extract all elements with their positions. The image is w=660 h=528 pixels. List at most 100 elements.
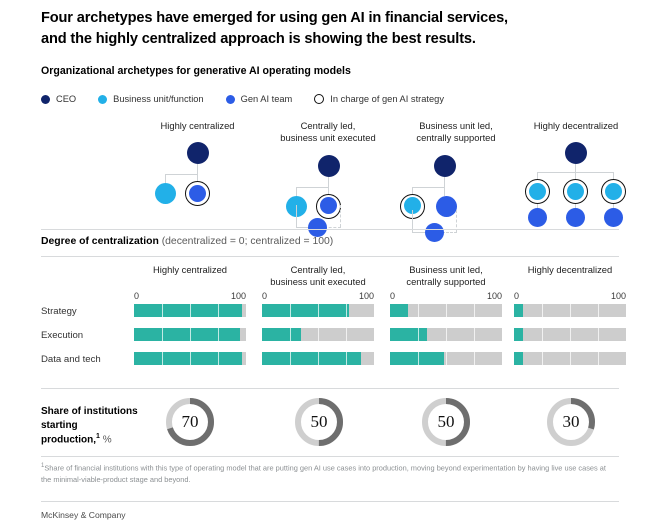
panel-axis: 0 100 [514, 291, 626, 304]
donut-title-line-1: Share of institutions [41, 406, 138, 417]
divider-above-donuts [41, 388, 619, 389]
node-inner [528, 182, 546, 200]
panel-title-line-1: Highly centralized [153, 264, 227, 275]
bar-track-strategy [134, 304, 246, 317]
donut-title-line-3: production, [41, 434, 96, 446]
bar-track-data-and-tech [134, 352, 246, 365]
panel-tracks [390, 304, 502, 365]
node-business-unit-in-charge-3 [601, 179, 626, 205]
legend-item-business-unit: Business unit/function [98, 94, 204, 104]
footnote-text: Share of financial institutions with thi… [41, 463, 606, 484]
org-canvas [140, 137, 255, 215]
legend-item-ceo: CEO [41, 94, 76, 104]
donut-highly-decentralized: 30 [545, 396, 597, 448]
node-inner [319, 197, 337, 215]
bar-track-execution [390, 328, 502, 341]
node-ceo [434, 154, 456, 177]
legend-item-in-charge: In charge of gen AI strategy [314, 94, 444, 104]
panel-title: Centrally led, business unit executed [262, 264, 374, 291]
row-label-data-and-tech: Data and tech [41, 354, 101, 365]
legend-label-business-unit: Business unit/function [113, 94, 204, 104]
panel-tracks [262, 304, 374, 365]
divider-above-footnote [41, 456, 619, 457]
headline-line-2: and the highly centralized approach is s… [41, 30, 476, 47]
legend-label-gen-ai-team: Gen AI team [240, 94, 293, 104]
donut-value: 30 [562, 412, 580, 431]
bar-fill-execution [514, 328, 523, 341]
archetype-business-unit-led: Business unit led, centrally supported [396, 120, 516, 242]
bar-panel-centrally-led: Centrally led, business unit executed 0 … [262, 264, 374, 365]
connector-vertical-left [165, 174, 166, 184]
donut-value: 50 [310, 412, 328, 431]
axis-max-label: 100 [486, 291, 502, 301]
donut-value: 50 [437, 412, 455, 431]
divider-below-centralization [41, 256, 619, 257]
org-canvas [516, 137, 636, 228]
node-business-unit-in-charge-1 [525, 179, 550, 205]
node-ceo [565, 142, 587, 165]
node-business-unit-in-charge-2 [563, 179, 588, 205]
panel-tracks [514, 304, 626, 365]
in-charge-ring-icon [314, 94, 325, 104]
archetype-label-line-1: Highly decentralized [533, 120, 619, 131]
bar-panel-highly-decentralized: Highly decentralized 0 100 [514, 264, 626, 365]
donut-title-unit: % [102, 434, 112, 446]
connector-vertical [197, 164, 198, 175]
bar-panel-business-unit-led: Business unit led, centrally supported 0… [390, 264, 502, 365]
connector-lower-left [296, 204, 297, 227]
node-inner [188, 184, 206, 202]
connector-vertical [444, 176, 445, 187]
panel-axis: 0 100 [134, 291, 246, 304]
donut-section-title: Share of institutions starting productio… [41, 405, 161, 447]
legend-label-in-charge: In charge of gen AI strategy [330, 94, 444, 104]
business-unit-dot-icon [98, 94, 108, 104]
legend-item-gen-ai-team: Gen AI team [225, 94, 293, 104]
donut-centrally-led: 50 [293, 396, 345, 448]
section-title-archetypes: Organizational archetypes for generative… [41, 65, 351, 77]
node-gen-ai-team-in-charge [185, 181, 210, 207]
centralization-title-bold: Degree of centralization [41, 236, 159, 247]
bar-fill-execution [134, 328, 241, 341]
connector-lower-horizontal-dashed [442, 231, 457, 234]
donut-value: 70 [181, 412, 199, 431]
archetype-label-line-1: Highly centralized [160, 120, 235, 131]
archetype-label-line-1: Business unit led, [419, 120, 493, 131]
panel-title-line-2: business unit executed [270, 276, 366, 288]
archetype-centrally-led: Centrally led, business unit executed [268, 120, 388, 237]
connector-horizontal [165, 174, 198, 176]
bar-track-execution [514, 328, 626, 341]
node-gen-ai-team-3 [604, 208, 623, 228]
panel-title-line-1: Centrally led, [290, 264, 346, 275]
divider-above-footer [41, 501, 619, 502]
node-ceo [318, 154, 340, 177]
connector-vertical-right [444, 186, 445, 196]
axis-max-label: 100 [230, 291, 246, 301]
row-label-execution: Execution [41, 330, 84, 341]
org-diagrams: Highly centralized Centrally led, busine… [0, 120, 660, 242]
headline-line-1: Four archetypes have emerged for using g… [41, 10, 508, 26]
panel-title: Highly centralized [134, 264, 246, 291]
node-inner [566, 182, 584, 200]
panel-title: Highly decentralized [514, 264, 626, 291]
footer-brand: McKinsey & Company [41, 510, 126, 520]
donut-title-line-2: starting [41, 419, 78, 431]
page-title: Four archetypes have emerged for using g… [41, 8, 631, 49]
centralization-title-note: (decentralized = 0; centralized = 100) [161, 236, 334, 247]
donut-highly-centralized: 70 [164, 396, 216, 448]
bar-track-strategy [390, 304, 502, 317]
node-gen-ai-team-1 [528, 208, 547, 228]
bar-fill-strategy [262, 304, 350, 317]
node-gen-ai-team-bottom [425, 222, 444, 242]
connector-vertical [575, 164, 576, 173]
axis-min-label: 0 [262, 291, 268, 301]
panel-title-line-1: Business unit led, [409, 264, 483, 275]
node-ceo [187, 142, 209, 165]
donut-business-unit-led: 50 [420, 396, 472, 448]
panel-tracks [134, 304, 246, 365]
archetype-highly-centralized: Highly centralized [140, 120, 255, 215]
archetype-label: Highly decentralized [516, 120, 636, 132]
bar-fill-data-and-tech [514, 352, 523, 365]
connector-horizontal [412, 186, 445, 188]
archetype-label-line-2: business unit executed [280, 132, 376, 144]
connector-lower-horizontal [412, 231, 426, 233]
